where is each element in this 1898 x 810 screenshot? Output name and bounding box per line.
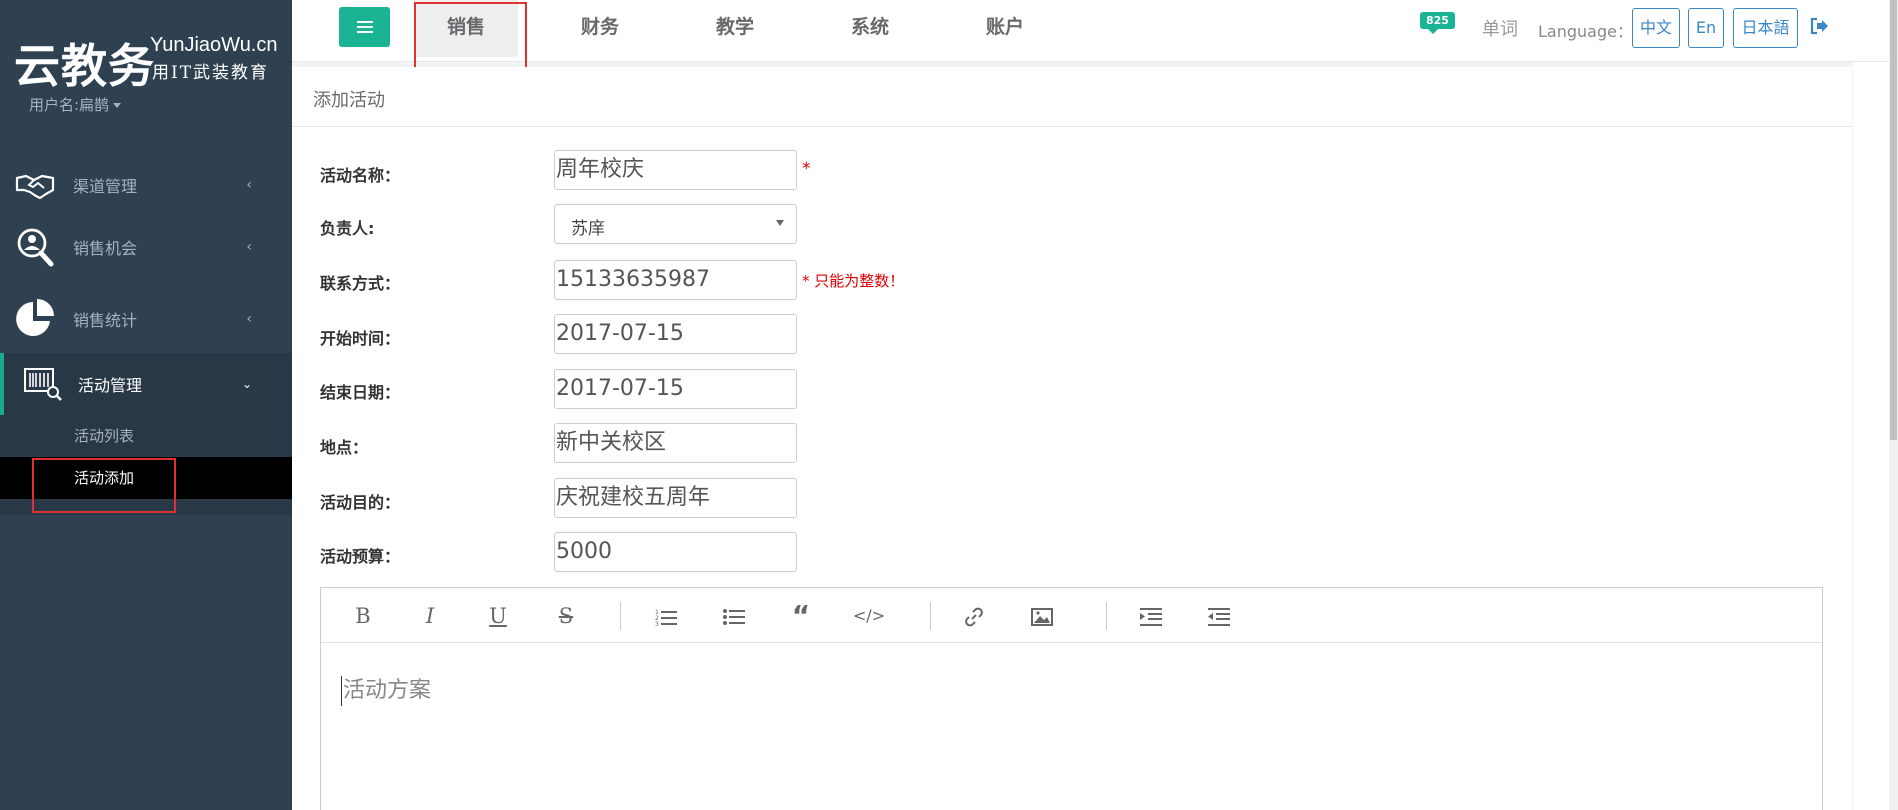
required-mark: * xyxy=(802,159,811,179)
end-date-label: 结束日期： xyxy=(320,383,401,402)
owner-select[interactable]: 苏庠 xyxy=(554,204,797,244)
nav-label-statistics: 销售统计 xyxy=(73,311,138,330)
nav-label-channel: 渠道管理 xyxy=(73,177,138,196)
brand-title: 云教务 xyxy=(14,39,155,93)
chevron-left-icon: ‹ xyxy=(246,177,252,193)
sub-item-activity-list[interactable]: 活动列表 xyxy=(0,415,292,457)
outdent-button[interactable] xyxy=(1201,598,1237,634)
toolbar-divider xyxy=(1106,602,1107,630)
search-people-icon xyxy=(17,228,54,267)
activity-name-label: 活动名称： xyxy=(320,166,401,185)
nav-label-activity: 活动管理 xyxy=(78,376,143,395)
bullet-list-icon xyxy=(723,609,745,625)
brand-domain: YunJiaoWu.cn xyxy=(150,34,278,56)
brand-slogan: 用IT武装教育 xyxy=(152,63,270,83)
message-count: 825 xyxy=(1420,12,1455,29)
strikethrough-button[interactable]: S xyxy=(548,598,584,634)
sidebar: 云教务 YunJiaoWu.cn 用IT武装教育 用户名:扁鹊 渠道管理 ‹ 销… xyxy=(0,0,292,810)
image-button[interactable] xyxy=(1024,598,1060,634)
hamburger-icon xyxy=(356,21,373,33)
quote-button[interactable]: “ xyxy=(783,598,819,634)
tab-system[interactable]: 系统 xyxy=(818,0,922,57)
nav-item-activity-management[interactable]: 活动管理 ⌄ xyxy=(0,353,292,415)
bullet-list-button[interactable] xyxy=(716,598,752,634)
toolbar-divider xyxy=(620,602,621,630)
purpose-input[interactable]: 庆祝建校五周年 xyxy=(554,478,797,518)
words-link[interactable]: 单词 xyxy=(1482,15,1518,41)
menu-toggle-button[interactable] xyxy=(339,7,390,47)
chevron-left-icon: ‹ xyxy=(246,239,252,255)
logout-icon[interactable] xyxy=(1809,16,1829,36)
code-icon: </> xyxy=(852,606,886,625)
rich-text-editor: B I U S 1 2 3 “ </> 活动方案 xyxy=(320,587,1823,810)
budget-input[interactable]: 5000 xyxy=(554,532,797,572)
caret-down-icon xyxy=(776,220,784,226)
chevron-left-icon: ‹ xyxy=(246,311,252,327)
submenu-spacer xyxy=(0,499,292,515)
activity-scan-icon xyxy=(24,368,62,401)
indent-icon xyxy=(1140,608,1162,626)
add-activity-panel: 添加活动 活动名称： 周年校庆 * 负责人: 苏庠 联系方式： 15133635… xyxy=(292,67,1852,810)
editor-toolbar: B I U S 1 2 3 “ </> xyxy=(321,588,1822,643)
italic-button[interactable]: I xyxy=(412,598,448,634)
chevron-down-icon: ⌄ xyxy=(241,377,252,391)
tab-finance[interactable]: 财务 xyxy=(548,0,652,57)
contact-input[interactable]: 15133635987 xyxy=(554,260,797,300)
nav-item-channel-management[interactable]: 渠道管理 ‹ xyxy=(0,154,292,216)
place-label: 地点： xyxy=(320,438,369,457)
caret-down-icon xyxy=(113,103,122,108)
code-button[interactable]: </> xyxy=(851,598,887,634)
contact-label: 联系方式： xyxy=(320,274,401,293)
editor-content-area[interactable]: 活动方案 xyxy=(341,676,431,706)
language-label: Language： xyxy=(1538,22,1633,41)
ordered-list-icon: 1 2 3 xyxy=(655,609,677,628)
top-navbar: 销售 财务 教学 系统 账户 825 单词 Language： 中文 En 日本… xyxy=(292,0,1898,72)
username-label: 用户名:扁鹊 xyxy=(29,96,110,114)
sub-item-activity-add[interactable]: 活动添加 xyxy=(0,457,292,499)
user-menu[interactable]: 用户名:扁鹊 xyxy=(29,94,122,115)
lang-chinese-button[interactable]: 中文 xyxy=(1632,8,1680,48)
panel-header: 添加活动 xyxy=(292,67,1852,127)
quote-icon: “ xyxy=(791,599,811,632)
lang-english-button[interactable]: En xyxy=(1688,8,1724,48)
ordered-list-button[interactable]: 1 2 3 xyxy=(648,598,684,634)
brand-logo[interactable]: 云教务 YunJiaoWu.cn 用IT武装教育 xyxy=(14,30,284,93)
toolbar-divider xyxy=(930,602,931,630)
outdent-icon xyxy=(1208,608,1230,626)
scrollbar-thumb[interactable] xyxy=(1890,0,1897,440)
panel-title: 添加活动 xyxy=(313,90,385,111)
place-input[interactable]: 新中关校区 xyxy=(554,423,797,463)
link-button[interactable] xyxy=(956,598,992,634)
start-time-label: 开始时间： xyxy=(320,329,401,348)
nav-item-sales-statistics[interactable]: 销售统计 ‹ xyxy=(0,288,292,350)
lang-japanese-button[interactable]: 日本語 xyxy=(1733,8,1798,48)
purpose-label: 活动目的： xyxy=(320,493,401,512)
indent-button[interactable] xyxy=(1133,598,1169,634)
tab-sales[interactable]: 销售 xyxy=(414,0,518,57)
pie-chart-icon xyxy=(16,299,54,336)
end-date-input[interactable]: 2017-07-15 xyxy=(554,369,797,409)
activity-name-input[interactable]: 周年校庆 xyxy=(554,150,797,190)
page-scrollbar[interactable] xyxy=(1889,0,1898,810)
svg-text:3: 3 xyxy=(655,621,659,626)
contact-error-message: * 只能为整数！ xyxy=(802,272,905,290)
underline-button[interactable]: U xyxy=(480,598,516,634)
nav-item-sales-opportunity[interactable]: 销售机会 ‹ xyxy=(0,216,292,278)
bold-button[interactable]: B xyxy=(345,598,381,634)
activity-submenu: 活动列表 活动添加 xyxy=(0,415,292,515)
tab-teaching[interactable]: 教学 xyxy=(683,0,787,57)
owner-selected-value: 苏庠 xyxy=(571,219,605,239)
nav-label-opportunity: 销售机会 xyxy=(73,239,138,258)
tab-account[interactable]: 账户 xyxy=(953,0,1057,57)
handshake-icon xyxy=(15,174,55,200)
owner-label: 负责人: xyxy=(320,219,375,238)
start-time-input[interactable]: 2017-07-15 xyxy=(554,314,797,354)
budget-label: 活动预算： xyxy=(320,547,401,566)
link-icon xyxy=(965,607,983,627)
image-icon xyxy=(1031,608,1053,626)
message-badge[interactable]: 825 xyxy=(1420,9,1455,29)
